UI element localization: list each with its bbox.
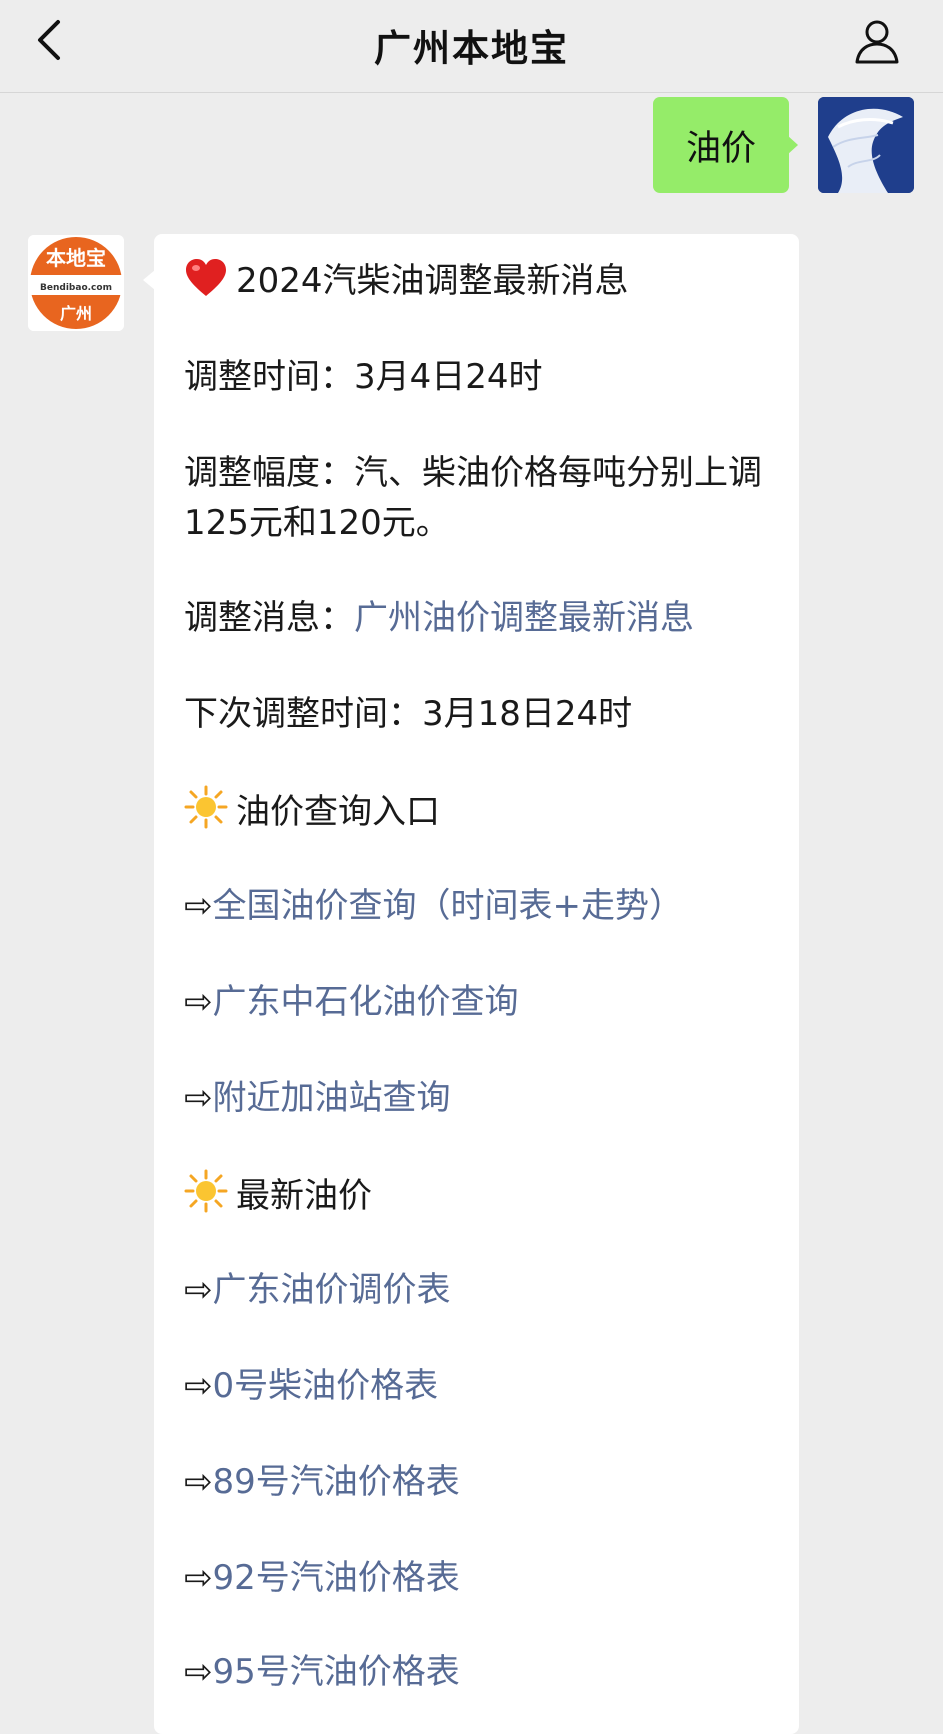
red-heart-icon	[186, 259, 226, 296]
guangzhou-oil-news-link[interactable]: 广州油价调整最新消息	[354, 598, 694, 638]
adjust-range-line: 调整幅度：汽、柴油价格每吨分别上调125元和120元。	[184, 448, 774, 548]
sent-bubble-tail	[787, 135, 798, 155]
section-latest-title-line: 最新油价	[184, 1169, 372, 1221]
adjust-range-label: 调整幅度：	[184, 453, 354, 493]
price-link-row: ⇨0号柴油价格表	[184, 1361, 438, 1411]
arrow-icon: ⇨	[184, 982, 213, 1022]
arrow-icon: ⇨	[184, 1270, 213, 1310]
next-adjust-label: 下次调整时间：	[184, 694, 422, 734]
logo-domain-text: Bendibao.com	[40, 283, 112, 293]
person-icon	[855, 20, 899, 64]
diesel-0-price-link[interactable]: 0号柴油价格表	[213, 1366, 439, 1406]
arrow-icon: ⇨	[184, 1366, 213, 1406]
arrow-icon: ⇨	[184, 1652, 213, 1692]
adjust-time-value: 3月4日24时	[354, 357, 543, 397]
section-query-title: 油价查询入口	[236, 792, 440, 832]
adjust-time-line: 调整时间：3月4日24时	[184, 352, 543, 402]
adjust-news-label: 调整消息：	[184, 598, 354, 638]
price-link-row: ⇨广东油价调价表	[184, 1265, 451, 1315]
price-link-row: ⇨92号汽油价格表	[184, 1553, 460, 1603]
logo-brand-text: 本地宝	[46, 246, 106, 270]
gasoline-95-price-link[interactable]: 95号汽油价格表	[213, 1652, 460, 1692]
guangdong-sinopec-link[interactable]: 广东中石化油价查询	[213, 982, 519, 1022]
gasoline-89-price-link[interactable]: 89号汽油价格表	[213, 1462, 460, 1502]
sent-message-text: 油价	[685, 128, 756, 169]
arrow-icon: ⇨	[184, 1558, 213, 1598]
arrow-icon: ⇨	[184, 886, 213, 926]
sent-message-row: 油价	[0, 97, 943, 197]
price-link-row: ⇨89号汽油价格表	[184, 1457, 460, 1507]
guangdong-price-table-link[interactable]: 广东油价调价表	[213, 1270, 451, 1310]
profile-button[interactable]	[852, 16, 902, 66]
reply-headline-line: 2024汽柴油调整最新消息	[184, 256, 629, 306]
bendibao-logo: 本地宝 Bendibao.com 广州	[28, 235, 124, 331]
query-link-row: ⇨广东中石化油价查询	[184, 977, 519, 1027]
reply-headline: 2024汽柴油调整最新消息	[236, 261, 629, 301]
adjust-time-label: 调整时间：	[184, 357, 354, 397]
next-adjust-line: 下次调整时间：3月18日24时	[184, 689, 632, 739]
gasoline-92-price-link[interactable]: 92号汽油价格表	[213, 1558, 460, 1598]
price-link-row: ⇨95号汽油价格表	[184, 1647, 460, 1697]
nearby-gas-station-link[interactable]: 附近加油站查询	[213, 1078, 451, 1118]
arrow-icon: ⇨	[184, 1462, 213, 1502]
sun-icon	[184, 785, 228, 829]
query-link-row: ⇨全国油价查询（时间表+走势）	[184, 881, 683, 931]
section-query-title-line: 油价查询入口	[184, 785, 440, 837]
national-oil-price-link[interactable]: 全国油价查询（时间表+走势）	[213, 886, 684, 926]
sent-message-bubble[interactable]: 油价	[653, 97, 789, 193]
arrow-icon: ⇨	[184, 1078, 213, 1118]
query-link-row: ⇨附近加油站查询	[184, 1073, 451, 1123]
section-latest-title: 最新油价	[236, 1176, 372, 1216]
logo-city-text: 广州	[60, 304, 92, 323]
next-adjust-value: 3月18日24时	[422, 694, 633, 734]
bot-avatar[interactable]: 本地宝 Bendibao.com 广州	[28, 235, 124, 331]
adjust-news-line: 调整消息：广州油价调整最新消息	[184, 593, 694, 643]
sun-icon	[184, 1169, 228, 1213]
page-title: 广州本地宝	[374, 27, 569, 70]
top-nav-bar: 广州本地宝	[0, 0, 943, 93]
user-avatar[interactable]	[818, 97, 914, 193]
user-avatar-image	[818, 97, 914, 193]
